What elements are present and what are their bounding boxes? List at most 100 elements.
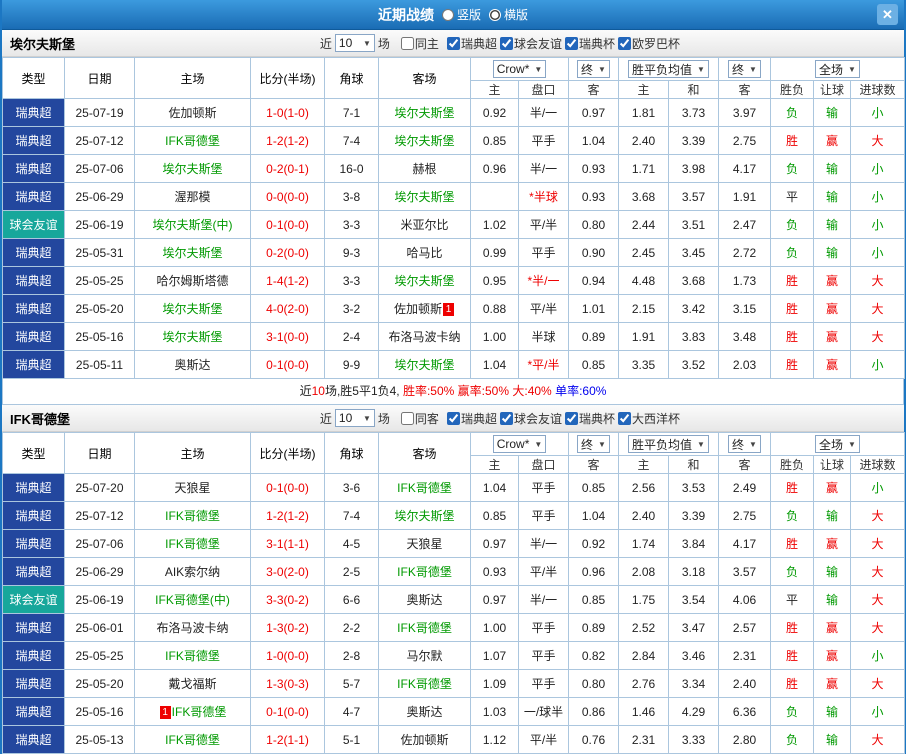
- home-team-cell: 埃尔夫斯堡(中): [134, 210, 251, 239]
- league-checkbox-3[interactable]: [564, 36, 578, 50]
- odds-final-select[interactable]: 终 ▼: [577, 435, 610, 453]
- match-count-select[interactable]: 10 ▼: [334, 409, 375, 427]
- league-filter-1[interactable]: 瑞典超: [446, 410, 497, 427]
- odds-final-select[interactable]: 终 ▼: [577, 60, 610, 78]
- date-cell: 25-05-25: [64, 641, 135, 670]
- result-goals-cell: 大: [850, 322, 905, 351]
- team-name: IFK哥德堡: [10, 411, 70, 427]
- same-venue-filter[interactable]: 同客: [400, 410, 439, 427]
- league-filter-3[interactable]: 瑞典杯: [564, 410, 615, 427]
- horizontal-layout-radio[interactable]: [489, 8, 501, 21]
- handicap-cell: 平手: [518, 473, 569, 502]
- match-row: 瑞典超 25-07-06 埃尔夫斯堡 0-2(0-1) 16-0 赫根 0.96 半/一 0.9…: [2, 154, 905, 183]
- avg-final-header: 终 ▼: [718, 432, 771, 456]
- avg-draw-cell: 3.68: [668, 266, 719, 295]
- subcol-avg-away: 客: [718, 455, 771, 474]
- odds-final-header: 终 ▼: [568, 432, 619, 456]
- date-cell: 25-05-20: [64, 669, 135, 698]
- league-filter-4[interactable]: 欧罗巴杯: [617, 35, 680, 52]
- result-handicap-cell: 赢: [813, 350, 851, 379]
- home-team-cell: 埃尔夫斯堡: [134, 294, 251, 323]
- league-checkbox-3[interactable]: [564, 411, 578, 425]
- away-team-name: 佐加顿斯: [393, 302, 442, 316]
- score-cell: 0-1(0-0): [250, 350, 325, 379]
- result-goals-cell: 大: [850, 501, 905, 530]
- handicap-cell: 半/一: [518, 154, 569, 183]
- home-team-name: 埃尔夫斯堡: [162, 246, 223, 260]
- avg-away-cell: 3.57: [718, 557, 771, 586]
- corner-cell: 2-2: [324, 613, 379, 642]
- league-filter-3[interactable]: 瑞典杯: [564, 35, 615, 52]
- avg-final-select[interactable]: 终 ▼: [728, 60, 761, 78]
- avg-away-cell: 2.75: [718, 501, 771, 530]
- vertical-layout-radio[interactable]: [441, 8, 454, 21]
- match-row: 瑞典超 25-05-16 埃尔夫斯堡 3-1(0-0) 2-4 布洛马波卡纳 1.00 半球 0…: [2, 322, 905, 351]
- avg-draw-cell: 3.39: [668, 501, 719, 530]
- layout-option-vertical[interactable]: 竖版: [441, 6, 481, 23]
- avg-odds-select[interactable]: 胜平负均值 ▼: [628, 60, 709, 78]
- league-filter-1[interactable]: 瑞典超: [446, 35, 497, 52]
- league-checkbox-4[interactable]: [617, 411, 631, 425]
- result-handicap-cell: 赢: [813, 266, 851, 295]
- odds-away-cell: 0.80: [568, 669, 619, 698]
- score-cell: 3-3(0-2): [250, 585, 325, 614]
- match-row: 瑞典超 25-05-11 奥斯达 0-1(0-0) 9-9 埃尔夫斯堡 1.04 *平/半 0.…: [2, 350, 905, 379]
- league-checkbox-4[interactable]: [617, 36, 631, 50]
- odds-source-select[interactable]: Crow* ▼: [492, 60, 547, 78]
- corner-cell: 9-3: [324, 238, 379, 267]
- away-team-name: 天狼星: [406, 537, 443, 551]
- score-cell: 0-0(0-0): [250, 182, 325, 211]
- odds-home-cell: 1.09: [470, 669, 519, 698]
- avg-odds-select[interactable]: 胜平负均值 ▼: [628, 435, 709, 453]
- odds-source-select[interactable]: Crow* ▼: [492, 435, 547, 453]
- avg-home-cell: 2.40: [618, 126, 669, 155]
- result-outcome-cell: 负: [770, 98, 814, 127]
- result-outcome-cell: 负: [770, 501, 814, 530]
- avg-away-cell: 2.31: [718, 641, 771, 670]
- league-filter-2[interactable]: 球会友谊: [499, 410, 562, 427]
- competition-cell: 瑞典超: [2, 294, 65, 323]
- corner-cell: 5-7: [324, 669, 379, 698]
- dialog-title: 近期战绩: [377, 6, 434, 23]
- avg-home-cell: 2.52: [618, 613, 669, 642]
- result-goals-cell: 大: [850, 294, 905, 323]
- handicap-cell: *半球: [518, 182, 569, 211]
- avg-draw-cell: 3.39: [668, 126, 719, 155]
- same-venue-checkbox[interactable]: [400, 411, 414, 425]
- league-filter-2[interactable]: 球会友谊: [499, 35, 562, 52]
- subcol-avg-home: 主: [618, 80, 669, 99]
- scope-select[interactable]: 全场 ▼: [815, 60, 860, 78]
- league-checkbox-1[interactable]: [446, 36, 460, 50]
- avg-away-cell: 2.40: [718, 669, 771, 698]
- layout-option-horizontal[interactable]: 横版: [489, 6, 528, 23]
- competition-cell: 球会友谊: [2, 585, 65, 614]
- result-outcome-cell: 胜: [770, 294, 814, 323]
- league-checkbox-2[interactable]: [499, 36, 513, 50]
- odds-away-cell: 0.97: [568, 98, 619, 127]
- league-checkbox-2[interactable]: [499, 411, 513, 425]
- away-team-name: 布洛马波卡纳: [388, 330, 461, 344]
- league-filter-4[interactable]: 大西洋杯: [617, 410, 680, 427]
- odds-home-cell: 0.95: [470, 266, 519, 295]
- near-label: 近: [319, 36, 332, 51]
- same-venue-checkbox[interactable]: [400, 36, 414, 50]
- odds-away-cell: 0.94: [568, 266, 619, 295]
- odds-away-cell: 0.80: [568, 210, 619, 239]
- avg-home-cell: 2.15: [618, 294, 669, 323]
- competition-cell: 瑞典超: [2, 669, 65, 698]
- league-label-3: 瑞典杯: [578, 36, 615, 51]
- odds-home-cell: 0.96: [470, 154, 519, 183]
- match-count-select[interactable]: 10 ▼: [334, 34, 375, 52]
- score-cell: 1-2(1-1): [250, 725, 325, 754]
- avg-draw-cell: 3.46: [668, 641, 719, 670]
- avg-final-select[interactable]: 终 ▼: [728, 435, 761, 453]
- close-button[interactable]: ✕: [877, 4, 898, 25]
- league-checkbox-1[interactable]: [446, 411, 460, 425]
- scope-select[interactable]: 全场 ▼: [815, 435, 860, 453]
- same-venue-filter[interactable]: 同主: [400, 35, 439, 52]
- matches-unit-label: 场: [377, 36, 390, 51]
- avg-draw-cell: 4.29: [668, 697, 719, 726]
- odds-home-cell: 0.99: [470, 238, 519, 267]
- avg-home-cell: 3.35: [618, 350, 669, 379]
- away-team-cell: 埃尔夫斯堡: [378, 182, 471, 211]
